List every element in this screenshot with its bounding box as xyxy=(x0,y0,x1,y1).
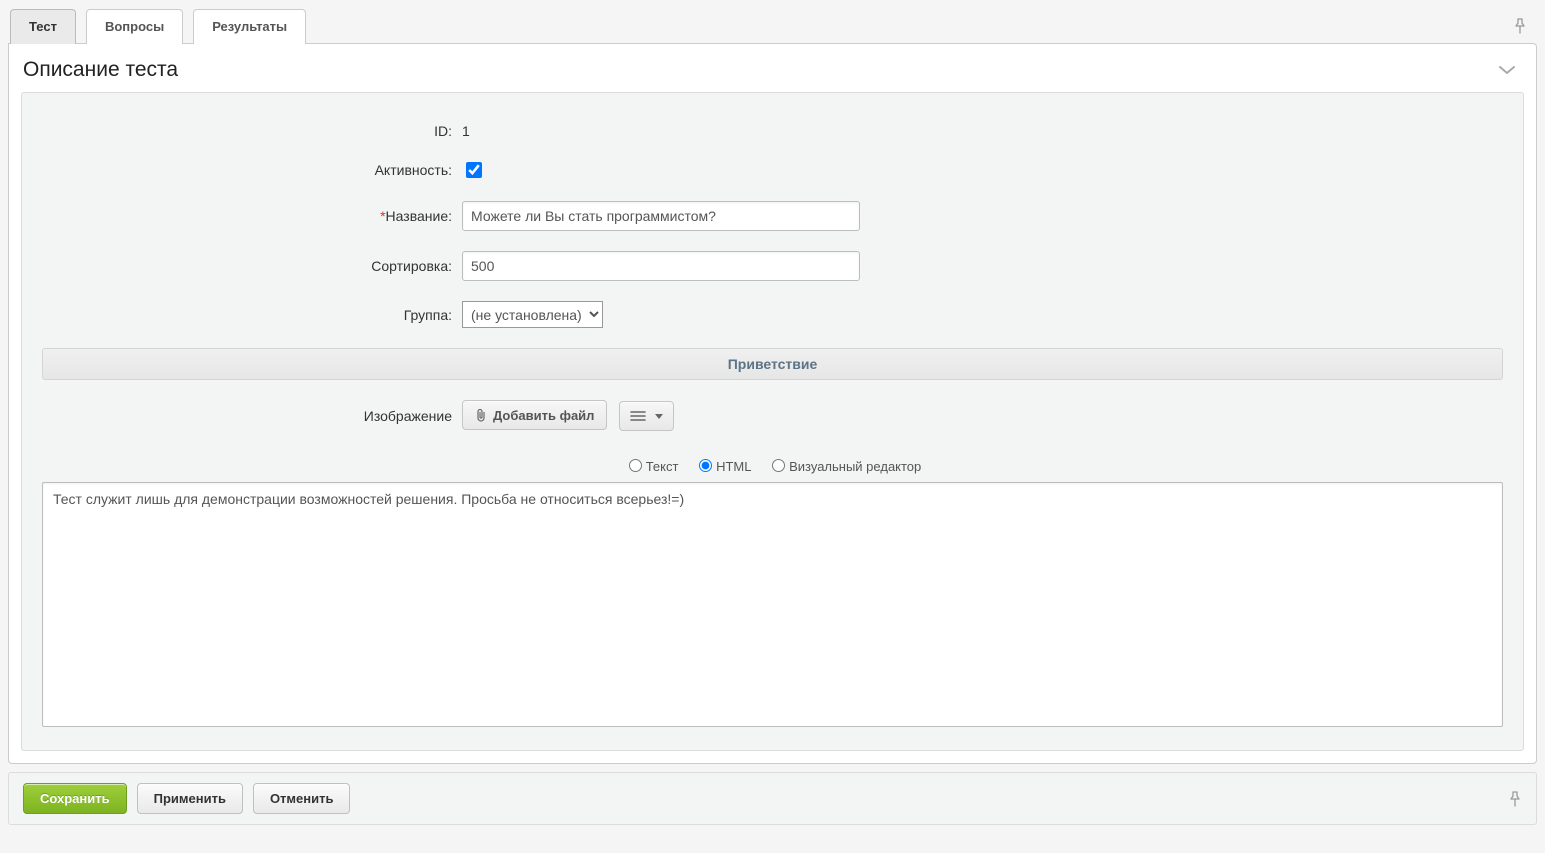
panel-title: Описание теста xyxy=(23,58,178,82)
add-file-label: Добавить файл xyxy=(493,408,594,423)
section-welcome: Приветствие xyxy=(42,348,1503,380)
footer-pin-icon[interactable] xyxy=(1508,791,1522,807)
save-button[interactable]: Сохранить xyxy=(23,783,127,814)
name-label: *Название: xyxy=(42,208,462,224)
content-textarea[interactable]: Тест служит лишь для демонстрации возмож… xyxy=(42,482,1503,727)
mode-html[interactable]: HTML xyxy=(694,459,751,474)
add-file-button[interactable]: Добавить файл xyxy=(462,400,607,430)
panel-header: Описание теста xyxy=(9,44,1536,92)
menu-icon xyxy=(630,410,646,422)
tab-questions[interactable]: Вопросы xyxy=(86,9,183,44)
pin-icon[interactable] xyxy=(1513,18,1537,34)
collapse-icon[interactable] xyxy=(1498,64,1516,76)
group-select[interactable]: (не установлена) xyxy=(462,301,603,328)
tab-test[interactable]: Тест xyxy=(10,9,76,44)
mode-visual[interactable]: Визуальный редактор xyxy=(767,459,921,474)
sort-label: Сортировка: xyxy=(42,258,462,274)
apply-button[interactable]: Применить xyxy=(137,783,243,814)
mode-text[interactable]: Текст xyxy=(624,459,679,474)
tab-results[interactable]: Результаты xyxy=(193,9,306,44)
image-label: Изображение xyxy=(42,408,462,424)
active-label: Активность: xyxy=(42,162,462,178)
sort-input[interactable] xyxy=(462,251,860,281)
panel: Описание теста ID: 1 Активность: *Назван… xyxy=(8,43,1537,764)
active-checkbox[interactable] xyxy=(466,162,482,178)
id-label: ID: xyxy=(42,123,462,139)
id-value: 1 xyxy=(462,123,470,139)
paperclip-icon xyxy=(475,408,487,422)
name-input[interactable] xyxy=(462,201,860,231)
form-area: ID: 1 Активность: *Название: Сортировка: xyxy=(21,92,1524,751)
file-options-button[interactable] xyxy=(619,401,674,431)
footer-bar: Сохранить Применить Отменить xyxy=(8,772,1537,825)
tab-bar: Тест Вопросы Результаты xyxy=(8,8,1537,43)
editor-mode-row: Текст HTML Визуальный редактор xyxy=(42,456,1503,474)
group-label: Группа: xyxy=(42,307,462,323)
cancel-button[interactable]: Отменить xyxy=(253,783,351,814)
chevron-down-icon xyxy=(655,414,663,419)
